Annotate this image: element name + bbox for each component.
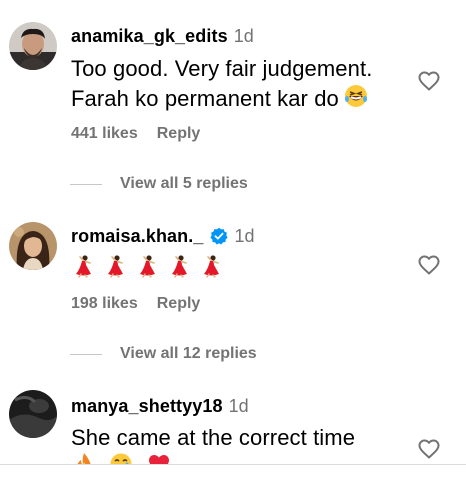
avatar[interactable] [9,22,57,70]
heart-icon[interactable] [417,253,441,277]
timestamp: 1d [228,395,249,416]
comment-text-line: She came at the correct time [71,425,356,450]
avatar[interactable] [9,222,57,270]
likes-count[interactable]: 198 likes [71,295,138,313]
timestamp: 1d [233,25,254,46]
timestamp: 1d [234,225,255,246]
comment-text: Too good. Very fair judgement. [71,53,372,84]
heart-icon[interactable] [417,69,441,93]
divider-line [70,183,102,185]
dancing-woman-emoji [103,254,127,278]
likes-count[interactable]: 441 likes [71,125,138,143]
dancing-woman-emoji [199,254,223,278]
view-replies-button[interactable]: View all 5 replies [70,173,248,195]
heart-icon[interactable] [417,437,441,461]
comment-text: She came at the correct time [71,422,355,453]
verified-badge-icon [210,227,229,245]
username[interactable]: manya_shettyy18 [71,396,223,417]
dancing-woman-emoji [167,254,191,278]
comment-header: romaisa.khan._ 1d [71,224,255,248]
avatar[interactable] [9,390,57,438]
comment-header: manya_shettyy18 1d [71,394,249,418]
username[interactable]: romaisa.khan._ [71,226,203,247]
divider-line [70,353,102,355]
view-replies-label: View all 12 replies [120,345,257,362]
bottom-cover [0,465,466,482]
reply-button[interactable]: Reply [157,295,201,313]
view-replies-label: View all 5 replies [120,175,248,192]
view-replies-button[interactable]: View all 12 replies [70,343,257,365]
rolling-on-floor-laughing-emoji [343,83,369,117]
comment-text: Farah ko permanent kar do [71,83,369,117]
comment-actions: 441 likes Reply [71,123,200,145]
comment-header: anamika_gk_edits 1d [71,24,254,48]
reply-button[interactable]: Reply [157,125,201,143]
dancing-woman-emoji [71,254,95,278]
dancing-woman-emoji [135,254,159,278]
comment-actions: 198 likes Reply [71,293,200,315]
comment-emoji-row [71,254,223,278]
comment-text-line: Farah ko permanent kar do [71,86,339,111]
comment-text-line: Too good. Very fair judgement. [71,56,373,81]
username[interactable]: anamika_gk_edits [71,26,228,47]
